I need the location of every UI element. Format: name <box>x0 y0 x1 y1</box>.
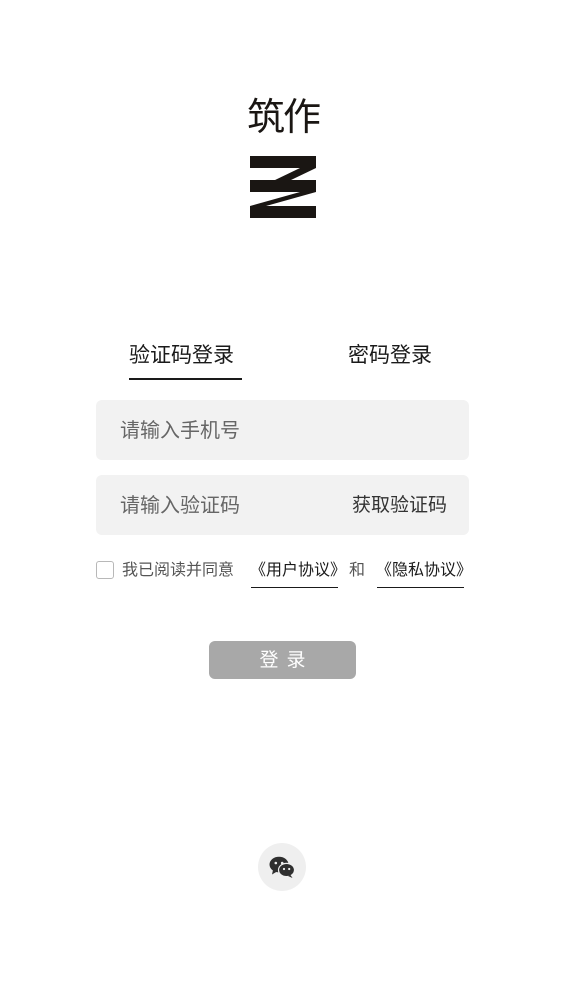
privacy-agreement-link[interactable]: 《隐私协议》 <box>376 558 472 582</box>
app-logo: 筑作 <box>236 88 330 222</box>
user-agreement-link[interactable]: 《用户协议》 <box>250 558 346 582</box>
phone-input[interactable] <box>120 400 450 460</box>
active-tab-indicator <box>129 378 242 380</box>
code-field: 获取验证码 <box>96 475 469 535</box>
logo-text: 筑作 <box>246 95 321 139</box>
logo-mark-icon <box>250 156 316 218</box>
privacy-agreement-underline <box>377 587 464 588</box>
tab-sms-login[interactable]: 验证码登录 <box>129 340 234 370</box>
agreement-row: 我已阅读并同意 《用户协议》 和 《隐私协议》 <box>96 558 476 590</box>
wechat-icon <box>269 856 295 878</box>
agreement-checkbox[interactable] <box>96 561 114 579</box>
wechat-login-button[interactable] <box>258 843 306 891</box>
user-agreement-underline <box>251 587 338 588</box>
login-tabs: 验证码登录 密码登录 <box>0 340 565 382</box>
get-code-button[interactable]: 获取验证码 <box>352 475 447 535</box>
login-button[interactable]: 登录 <box>209 641 356 679</box>
tab-password-login[interactable]: 密码登录 <box>348 340 432 370</box>
phone-field <box>96 400 469 460</box>
agreement-conjunction: 和 <box>349 560 366 579</box>
agreement-prefix: 我已阅读并同意 <box>122 560 235 579</box>
verification-code-input[interactable] <box>120 475 340 535</box>
